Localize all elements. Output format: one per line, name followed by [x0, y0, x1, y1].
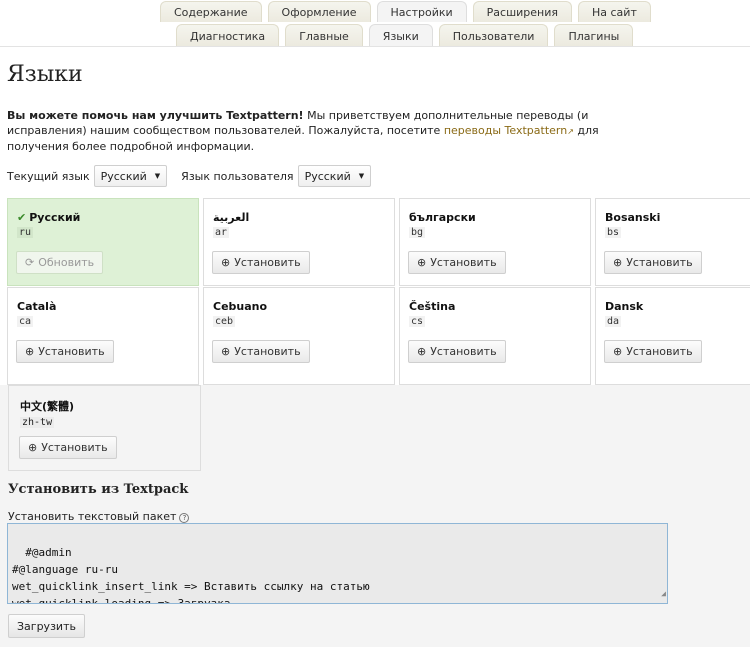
current-language-label: Текущий язык: [7, 169, 90, 183]
language-code: da: [605, 316, 622, 327]
tab-languages[interactable]: Языки: [368, 24, 433, 46]
tab-preferences[interactable]: Главные: [285, 24, 363, 46]
refresh-icon: ⟳: [25, 256, 35, 269]
plus-circle-icon: ⊕: [221, 256, 231, 269]
install-button[interactable]: ⊕ Установить: [16, 340, 114, 363]
current-language-select[interactable]: Русский ▼: [93, 165, 168, 187]
textpack-textarea[interactable]: #@admin #@language ru-ru wet_quicklink_i…: [7, 523, 668, 604]
user-language-select[interactable]: Русский ▼: [297, 165, 372, 187]
button-label: Обновить: [38, 256, 95, 269]
textpack-label-text: Установить текстовый пакет: [8, 510, 177, 523]
tab-plugins[interactable]: Плагины: [554, 24, 634, 46]
plus-circle-icon: ⊕: [28, 441, 38, 454]
external-link-icon: ↗: [567, 127, 574, 136]
resize-handle-icon[interactable]: ◢: [661, 585, 666, 602]
textpack-heading: Установить из Textpack: [8, 482, 189, 497]
language-card-da: Dansk da ⊕ Установить: [595, 287, 750, 385]
primary-nav: Содержание Оформление Настройки Расширен…: [0, 0, 750, 22]
caret-down-icon: ▼: [154, 172, 161, 180]
install-button[interactable]: ⊕ Установить: [212, 340, 310, 363]
install-button[interactable]: ⊕ Установить: [604, 251, 702, 274]
language-code: zh-tw: [20, 417, 55, 428]
tab-presentation[interactable]: Оформление: [267, 1, 371, 22]
language-card-bs: Bosanski bs ⊕ Установить: [595, 198, 750, 286]
secondary-nav: Диагностика Главные Языки Пользователи П…: [0, 22, 750, 47]
install-button[interactable]: ⊕ Установить: [604, 340, 702, 363]
translations-link[interactable]: переводы Textpattern: [444, 124, 567, 137]
language-selectors: Текущий язык Русский ▼ Язык пользователя…: [7, 165, 372, 187]
plus-circle-icon: ⊕: [417, 256, 427, 269]
tab-diagnostics[interactable]: Диагностика: [176, 24, 280, 46]
language-name: Dansk: [605, 300, 644, 313]
language-code: bs: [605, 227, 622, 238]
install-button[interactable]: ⊕ Установить: [408, 340, 506, 363]
button-label: Установить: [430, 256, 497, 269]
update-button[interactable]: ⟳ Обновить: [16, 251, 104, 274]
tab-users[interactable]: Пользователи: [438, 24, 549, 46]
language-name: Русский: [29, 211, 81, 224]
textpack-content: #@admin #@language ru-ru wet_quicklink_i…: [12, 546, 370, 604]
language-card-ca: Català ca ⊕ Установить: [7, 287, 199, 385]
user-language-label: Язык пользователя: [181, 169, 294, 183]
intro-text: Вы можете помочь нам улучшить Textpatter…: [7, 108, 647, 154]
language-name: العربية: [213, 211, 250, 224]
tab-content[interactable]: Содержание: [160, 1, 262, 22]
language-code: cs: [409, 316, 426, 327]
button-label: Установить: [430, 345, 497, 358]
language-card-ar: العربية ar ⊕ Установить: [203, 198, 395, 286]
language-name: Čeština: [409, 300, 456, 313]
language-name: 中文(繁體): [20, 400, 75, 413]
user-language-value: Русский: [304, 169, 351, 183]
plus-circle-icon: ⊕: [613, 256, 623, 269]
plus-circle-icon: ⊕: [221, 345, 231, 358]
caret-down-icon: ▼: [358, 172, 365, 180]
language-name: Bosanski: [605, 211, 661, 224]
language-card-ru: ✔ Русский ru ⟳ Обновить: [7, 198, 199, 286]
tab-extensions[interactable]: Расширения: [472, 1, 572, 22]
help-icon[interactable]: ?: [179, 513, 190, 523]
language-code: bg: [409, 227, 426, 238]
page-title: Языки: [7, 62, 83, 87]
current-language-value: Русский: [100, 169, 147, 183]
language-code: ca: [17, 316, 34, 327]
button-label: Установить: [234, 256, 301, 269]
button-label: Установить: [38, 345, 105, 358]
language-card-bg: български bg ⊕ Установить: [399, 198, 591, 286]
install-button[interactable]: ⊕ Установить: [212, 251, 310, 274]
install-button[interactable]: ⊕ Установить: [19, 436, 117, 459]
button-label: Установить: [234, 345, 301, 358]
language-code: ru: [17, 227, 34, 238]
textpack-label: Установить текстовый пакет?: [8, 510, 190, 523]
plus-circle-icon: ⊕: [417, 345, 427, 358]
check-icon: ✔: [17, 211, 27, 224]
language-card-cs: Čeština cs ⊕ Установить: [399, 287, 591, 385]
tab-admin[interactable]: Настройки: [376, 1, 467, 22]
upload-button[interactable]: Загрузить: [8, 614, 85, 638]
language-code: ceb: [213, 316, 236, 327]
button-label: Установить: [626, 345, 693, 358]
plus-circle-icon: ⊕: [25, 345, 35, 358]
install-button[interactable]: ⊕ Установить: [408, 251, 506, 274]
button-label: Установить: [626, 256, 693, 269]
language-code: ar: [213, 227, 230, 238]
intro-bold: Вы можете помочь нам улучшить Textpatter…: [7, 109, 304, 122]
language-card-zh-tw: 中文(繁體) zh-tw ⊕ Установить: [8, 385, 201, 471]
plus-circle-icon: ⊕: [613, 345, 623, 358]
language-name: български: [409, 211, 476, 224]
button-label: Установить: [41, 441, 108, 454]
tab-view-site[interactable]: На сайт: [578, 1, 651, 22]
language-name: Cebuano: [213, 300, 268, 313]
language-name: Català: [17, 300, 57, 313]
language-card-ceb: Cebuano ceb ⊕ Установить: [203, 287, 395, 385]
